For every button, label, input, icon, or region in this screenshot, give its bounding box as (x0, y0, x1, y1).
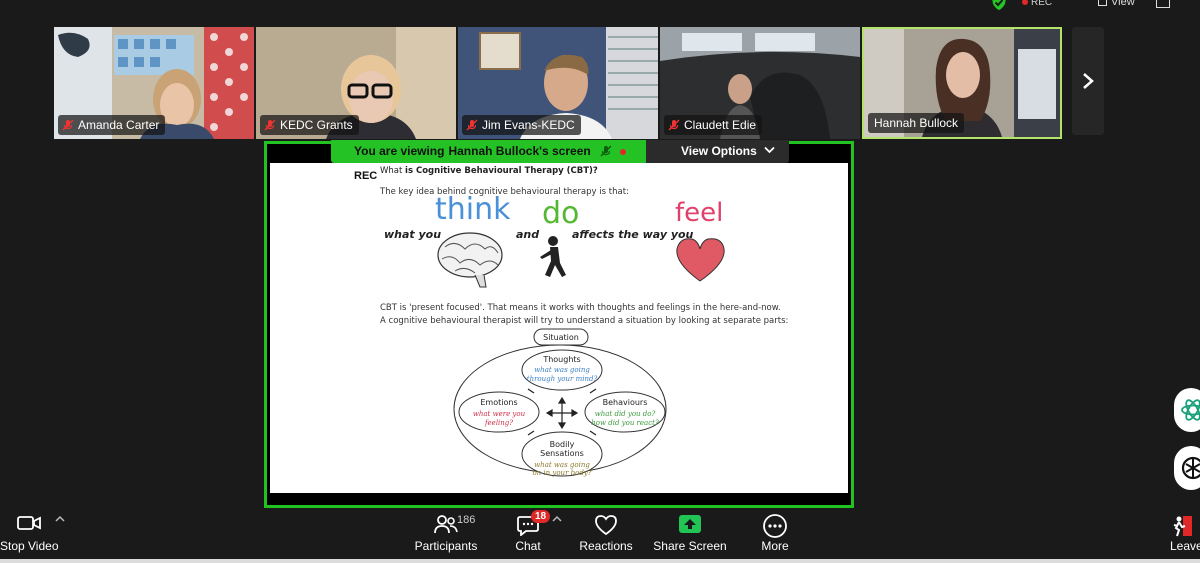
side-app-button[interactable] (1174, 388, 1200, 432)
leave-button[interactable]: Leave (1164, 509, 1200, 559)
svg-text:on in your body?: on in your body? (532, 469, 591, 477)
more-button[interactable]: More (752, 509, 798, 559)
mic-muted-icon (264, 119, 276, 131)
chat-unread-badge: 18 (531, 510, 551, 523)
top-bar: REC View (0, 0, 1200, 20)
mic-muted-icon (668, 119, 680, 131)
video-tile-jim-evans-kedc[interactable]: Jim Evans-KEDC (458, 27, 658, 139)
runner-icon (540, 236, 566, 277)
affects-text: affects the way you (572, 228, 694, 241)
video-tile-kedc-grants[interactable]: KEDC Grants (256, 27, 456, 139)
heart-reaction-icon (595, 515, 617, 536)
participant-name-label: Amanda Carter (58, 115, 166, 135)
video-tile-hannah-bullock[interactable]: Hannah Bullock (862, 27, 1062, 139)
what-you-text: what you (384, 228, 441, 241)
share-screen-button[interactable]: Share Screen (652, 509, 728, 559)
svg-text:what did you do?: what did you do? (595, 410, 656, 418)
svg-text:Sensations: Sensations (540, 449, 584, 458)
feel-text: feel (675, 198, 723, 228)
share-screen-icon (679, 515, 701, 533)
reactions-button[interactable]: Reactions (576, 509, 636, 559)
shared-screen[interactable]: What is Cognitive Behavioural Therapy (C… (264, 141, 854, 508)
next-page-button[interactable] (1072, 27, 1104, 135)
more-dots-icon (763, 514, 787, 538)
svg-text:Bodily: Bodily (550, 440, 575, 449)
participants-count: 186 (457, 514, 476, 526)
svg-text:how did you react?: how did you react? (591, 419, 659, 427)
participant-name-label: Claudett Edie (664, 115, 763, 135)
mic-muted-icon (62, 119, 74, 131)
think-text: think (435, 192, 511, 227)
participant-name-label: KEDC Grants (260, 115, 359, 135)
svg-text:what was going: what was going (534, 366, 590, 374)
mic-muted-icon (600, 145, 612, 157)
fullscreen-icon[interactable] (1156, 0, 1170, 8)
and-text: and (516, 228, 539, 241)
video-options-caret-icon[interactable] (55, 515, 65, 523)
chat-options-caret-icon[interactable] (552, 515, 562, 523)
screen-share-banner: You are viewing Hannah Bullock's screen R… (331, 140, 646, 182)
svg-text:what was going: what was going (534, 461, 590, 469)
video-tile-claudett-edie[interactable]: Claudett Edie (660, 27, 860, 139)
video-camera-icon (17, 516, 41, 530)
svg-text:Thoughts: Thoughts (542, 355, 580, 364)
svg-text:Emotions: Emotions (480, 398, 517, 407)
svg-text:Behaviours: Behaviours (603, 398, 648, 407)
side-app-button[interactable] (1174, 446, 1200, 490)
view-button[interactable]: View (1098, 0, 1135, 8)
stop-video-button[interactable]: Stop Video (0, 509, 59, 559)
view-icon (1098, 0, 1107, 6)
cbt-illustration: what you think and do affects the way yo… (384, 192, 725, 477)
shared-document: What is Cognitive Behavioural Therapy (C… (270, 163, 848, 493)
svg-text:what were you: what were you (473, 410, 526, 418)
video-tile-amanda-carter[interactable]: Amanda Carter (54, 27, 254, 139)
chevron-right-icon (1083, 73, 1094, 89)
atom-icon (1181, 399, 1200, 421)
svg-text:feeling?: feeling? (484, 419, 513, 427)
leave-door-icon (1173, 516, 1192, 537)
brain-icon (437, 232, 503, 288)
participant-name-label: Hannah Bullock (868, 113, 965, 133)
do-text: do (542, 196, 579, 231)
meeting-toolbar: Stop Video Participants 186 Chat 18 Reac… (0, 509, 1200, 559)
svg-text:through your mind?: through your mind? (527, 375, 598, 383)
recording-dot-icon (1022, 0, 1028, 6)
encryption-shield-icon (992, 0, 1006, 10)
recording-indicator[interactable]: REC (1022, 0, 1052, 8)
doc-description: CBT is 'present focused'. That means it … (380, 303, 789, 326)
participants-icon (434, 515, 458, 534)
chevron-down-icon (764, 146, 775, 154)
openai-icon (1181, 456, 1200, 480)
taskbar-edge (0, 559, 1200, 563)
mic-muted-icon (466, 119, 478, 131)
svg-text:Situation: Situation (543, 333, 579, 342)
cbt-diagram: Situation Thoughts what was going throug… (453, 328, 667, 477)
recording-dot-icon (620, 149, 627, 156)
participant-name-label: Jim Evans-KEDC (462, 115, 581, 135)
view-options-button[interactable]: View Options (646, 140, 789, 163)
heart-icon (676, 238, 725, 282)
